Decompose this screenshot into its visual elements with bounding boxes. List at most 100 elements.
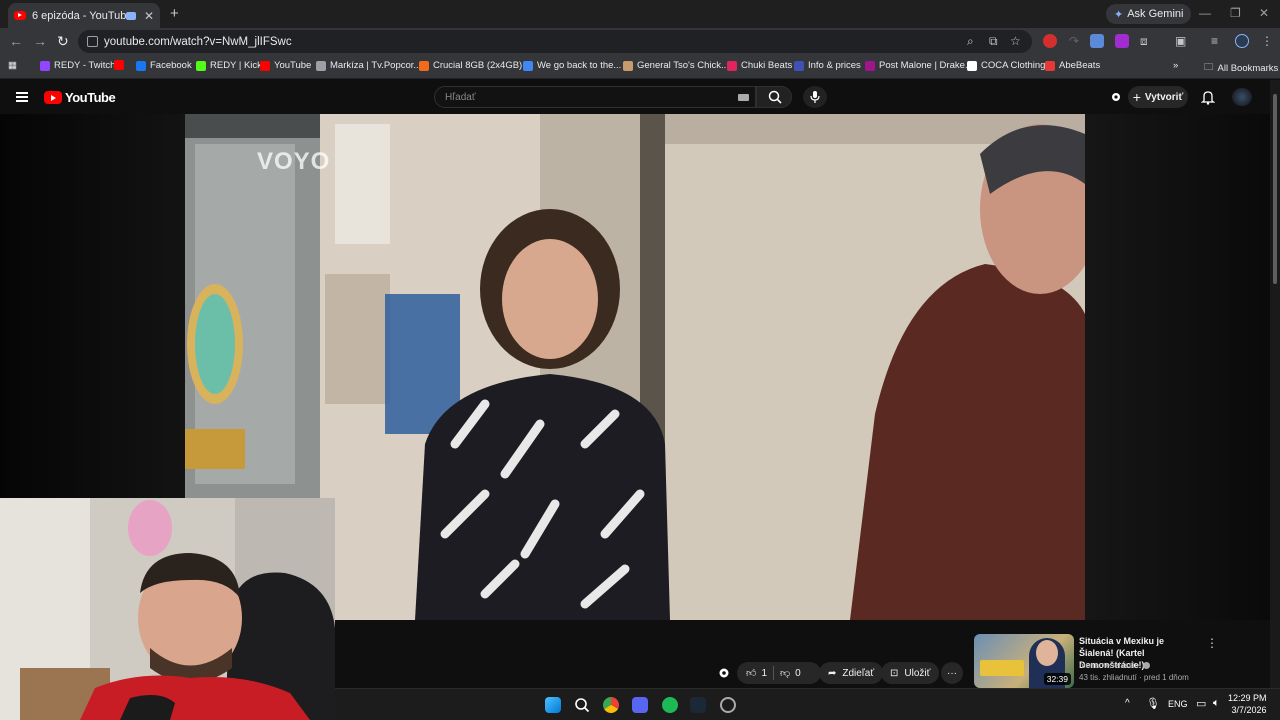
bookmark-item[interactable]: Crucial 8GB (2x4GB)... <box>419 60 530 71</box>
apps-grid-icon[interactable]: ▦ <box>8 60 17 71</box>
address-bar[interactable]: youtube.com/watch?v=NwM_jlIFSwc <box>78 30 1032 53</box>
page-scrollbar[interactable] <box>1270 80 1280 688</box>
bookmark-item[interactable]: Chuki Beats <box>727 60 792 71</box>
reload-icon[interactable]: ↻ <box>57 33 69 50</box>
new-tab-button[interactable]: + <box>170 5 179 22</box>
url-text: youtube.com/watch?v=NwM_jlIFSwc <box>104 35 292 48</box>
bookmark-item[interactable]: AbeBeats <box>1045 60 1100 71</box>
bookmark-star-icon[interactable]: ☆ <box>1010 34 1021 48</box>
maximize-icon[interactable]: ❐ <box>1230 6 1241 20</box>
bookmark-item[interactable]: YouTube <box>260 60 311 71</box>
bookmark-item[interactable] <box>114 60 124 70</box>
recommended-more-icon[interactable]: ⋮ <box>1206 636 1218 650</box>
thumbnail-face <box>1036 640 1058 666</box>
bookmark-item[interactable]: General Tso's Chick... <box>623 60 729 71</box>
forward-arrow-icon[interactable]: → <box>33 33 47 49</box>
account-avatar[interactable] <box>1232 88 1252 106</box>
share-button[interactable]: ➦ Zdieľať <box>819 662 884 684</box>
extension-badge-icon[interactable] <box>1090 34 1104 48</box>
all-bookmarks-label: All Bookmarks <box>1217 62 1279 74</box>
create-label: Vytvoriť <box>1144 91 1184 103</box>
minimize-icon[interactable]: — <box>1199 6 1211 20</box>
bookmark-item[interactable]: We go back to the... <box>523 60 621 71</box>
browser-toolbar: ← → ↻ youtube.com/watch?v=NwM_jlIFSwc ⌕ … <box>0 28 1280 55</box>
voice-search-button[interactable] <box>803 86 827 108</box>
bookmark-label: We go back to the... <box>537 60 622 71</box>
chrome-menu-icon[interactable]: ⋮ <box>1261 34 1273 48</box>
install-app-icon[interactable]: ⧉ <box>989 34 998 49</box>
dislike-button[interactable]: 👎︎ 0 <box>780 667 801 680</box>
all-bookmarks-button[interactable]: 🗀 All Bookmarks <box>1204 60 1278 76</box>
folder-icon: 🗀 <box>1204 62 1214 73</box>
more-dots-icon: ··· <box>947 667 957 679</box>
scrollbar-thumb[interactable] <box>1273 94 1277 284</box>
bookmark-item[interactable]: COCA Clothing <box>967 60 1045 71</box>
bookmark-item[interactable]: REDY | Kick <box>196 60 262 71</box>
tab-strip: 6 epizóda - YouTube ✕ + ✦ Ask Gemini — ❐… <box>0 0 1280 28</box>
reading-list-icon[interactable]: ≡ <box>1211 34 1218 48</box>
start-windows-icon[interactable] <box>545 697 561 713</box>
media-playing-icon[interactable] <box>125 11 136 20</box>
youtube-header: YouTube Hľadať + Vytvoriť <box>0 80 1280 114</box>
back-arrow-icon[interactable]: ← <box>9 33 23 49</box>
save-button[interactable]: ⊡ Uložiť <box>881 662 940 684</box>
window-close-icon[interactable]: ✕ <box>1259 6 1269 20</box>
bookmark-favicon-icon <box>865 60 875 71</box>
tab-title: 6 epizóda - YouTube <box>32 9 126 22</box>
tray-mic-icon[interactable]: 🎙︎ <box>1146 697 1160 710</box>
bookmark-item[interactable]: Post Malone | Drake... <box>865 60 973 71</box>
app-taskbar-icon[interactable] <box>720 697 736 713</box>
side-panel-icon[interactable]: ▣ <box>1175 34 1186 48</box>
bookmark-favicon-icon <box>727 60 737 71</box>
tray-volume-icon[interactable]: 🔈︎ <box>1213 697 1220 710</box>
tab-youtube[interactable]: 6 epizóda - YouTube ✕ <box>8 3 160 28</box>
bookmark-item[interactable]: Markíza | Tv.Popcor... <box>316 60 421 71</box>
enhancer-gear-icon[interactable] <box>1109 90 1123 104</box>
extension-record-icon[interactable] <box>1043 34 1057 48</box>
keyboard-icon[interactable] <box>738 94 749 101</box>
enhancer-star-icon[interactable] <box>717 666 731 680</box>
create-button[interactable]: + Vytvoriť <box>1128 86 1188 108</box>
bookmark-item[interactable]: Facebook <box>136 60 192 71</box>
bookmark-item[interactable]: Info & prices <box>794 60 861 71</box>
tray-network-icon[interactable]: ▭ <box>1196 697 1206 710</box>
taskbar-search-icon[interactable] <box>574 697 590 713</box>
bookmark-label: Info & prices <box>808 60 861 71</box>
bookmark-label: Facebook <box>150 60 192 71</box>
more-actions-button[interactable]: ··· <box>941 662 963 684</box>
ask-gemini-button[interactable]: ✦ Ask Gemini <box>1106 4 1192 24</box>
tab-close-icon[interactable]: ✕ <box>144 9 154 23</box>
chrome-taskbar-icon[interactable] <box>603 697 619 713</box>
bookmark-label: AbeBeats <box>1059 60 1101 71</box>
bookmark-favicon-icon <box>316 60 326 71</box>
search-icon <box>768 90 782 104</box>
bookmark-item[interactable]: REDY - Twitch <box>40 60 115 71</box>
profile-avatar-icon[interactable] <box>1235 34 1249 48</box>
spotify-taskbar-icon[interactable] <box>662 697 678 713</box>
search-input[interactable]: Hľadať <box>434 86 756 108</box>
language-indicator[interactable]: ENG <box>1168 699 1188 709</box>
bookmark-label: COCA Clothing <box>981 60 1046 71</box>
recommended-thumbnail[interactable]: 32:39 <box>974 634 1074 688</box>
tray-overflow-icon[interactable]: ^ <box>1125 698 1130 709</box>
extension-purple-icon[interactable] <box>1115 34 1129 48</box>
channel-name: menameselassie <box>1079 661 1140 670</box>
zoom-search-icon[interactable]: ⌕ <box>967 34 974 49</box>
site-info-icon[interactable] <box>87 36 98 47</box>
extensions-puzzle-icon[interactable]: ⧈ <box>1140 34 1148 49</box>
menu-hamburger-icon[interactable] <box>16 92 28 102</box>
notifications-bell-icon[interactable] <box>1201 90 1215 105</box>
taskbar-clock[interactable]: 12:29 PM 3/7/2026 <box>1228 692 1267 716</box>
discord-taskbar-icon[interactable] <box>632 697 648 713</box>
search-button[interactable] <box>756 86 792 108</box>
like-button[interactable]: 👍︎ 1 <box>746 667 767 680</box>
steam-taskbar-icon[interactable] <box>690 697 706 713</box>
youtube-logo[interactable]: YouTube <box>44 90 116 105</box>
gemini-sparkle-icon: ✦ <box>1114 8 1124 21</box>
search-glass-icon <box>575 698 590 713</box>
more-bookmarks-icon[interactable]: » <box>1173 60 1178 71</box>
recommended-video[interactable]: 32:39 Situácia v Mexiku je Šialená! (Kar… <box>974 634 1264 688</box>
search-placeholder: Hľadať <box>445 92 476 103</box>
recommended-channel[interactable]: menameselassie <box>1079 661 1151 670</box>
extension-arrow-icon[interactable]: ↷ <box>1069 34 1079 48</box>
